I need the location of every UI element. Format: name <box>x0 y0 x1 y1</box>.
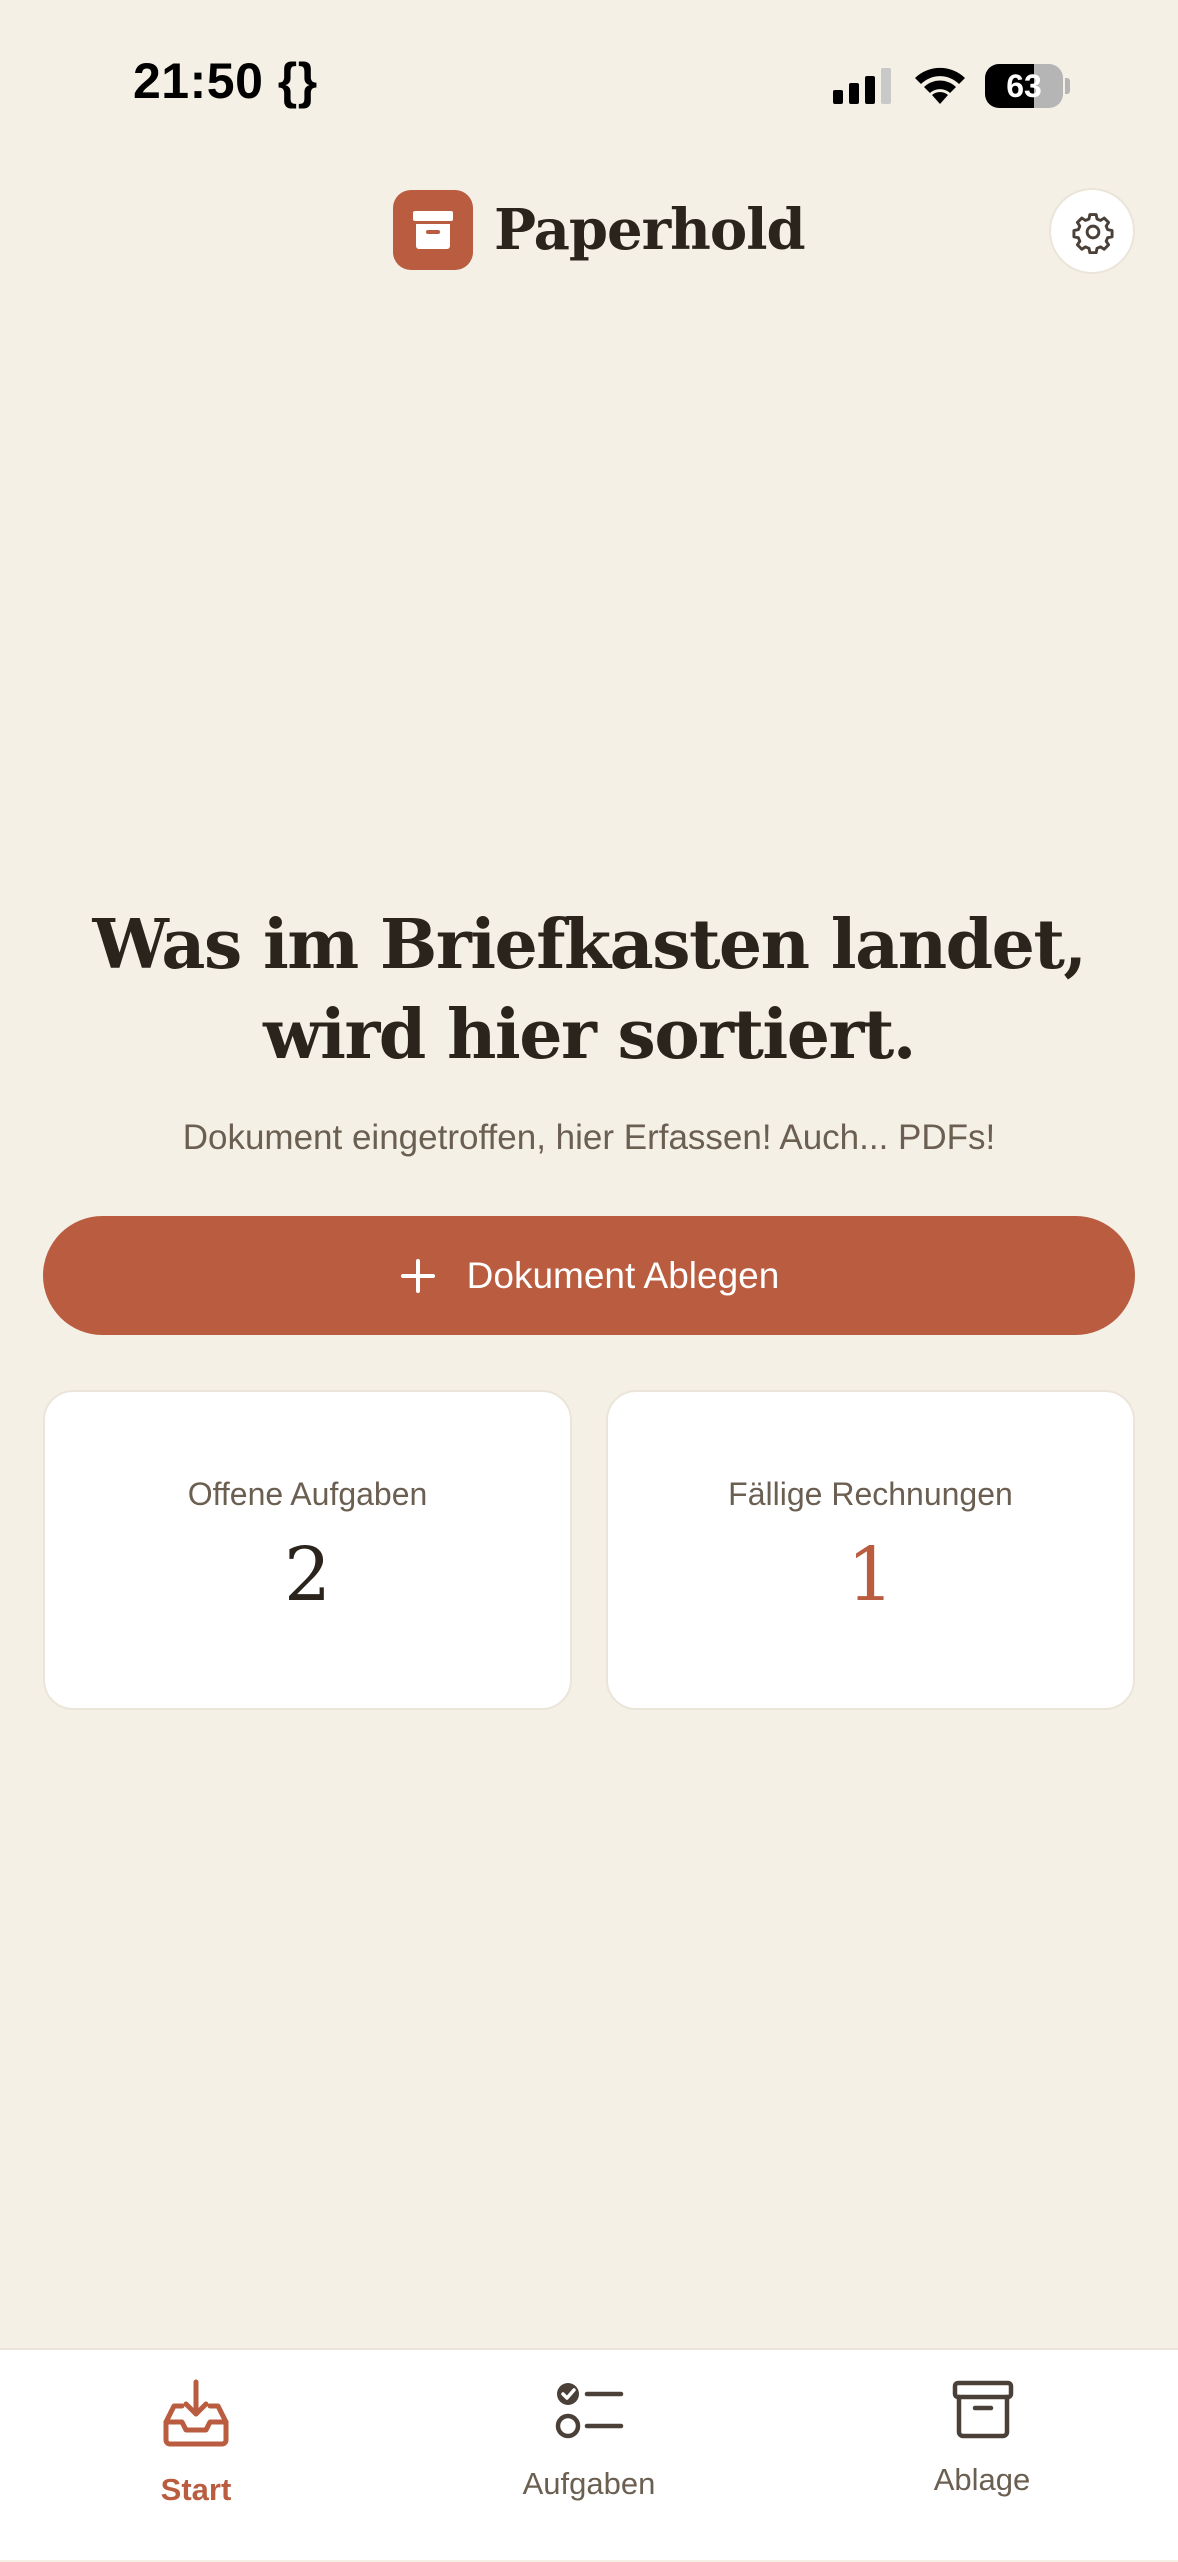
add-document-button[interactable]: Dokument Ablegen <box>43 1216 1135 1335</box>
nav-item-start[interactable]: Start <box>0 2350 392 2562</box>
bottom-nav: Start Aufgaben Ablage <box>0 2348 1178 2560</box>
nav-item-ablage[interactable]: Ablage <box>786 2350 1178 2562</box>
status-time: 21:50 {} <box>133 53 318 109</box>
app-logo <box>393 190 473 270</box>
nav-label-aufgaben: Aufgaben <box>522 2466 656 2501</box>
due-invoices-card[interactable]: Fällige Rechnungen 1 <box>606 1390 1135 1710</box>
archive-box-icon <box>952 2380 1014 2439</box>
gear-icon <box>1072 213 1114 254</box>
nav-label-ablage: Ablage <box>933 2462 1031 2497</box>
settings-button[interactable] <box>1049 188 1135 274</box>
open-tasks-count: 2 <box>283 1532 332 1618</box>
open-tasks-label: Offene Aufgaben <box>187 1476 428 1512</box>
nav-item-aufgaben[interactable]: Aufgaben <box>393 2350 785 2562</box>
cellular-signal-icon <box>833 68 891 104</box>
wifi-icon <box>915 67 965 104</box>
archive-box-icon <box>413 211 453 249</box>
due-invoices-count: 1 <box>846 1532 895 1618</box>
battery-indicator: 63 <box>985 64 1071 108</box>
checklist-icon <box>555 2383 624 2439</box>
plus-icon <box>400 1258 435 1293</box>
inbox-download-icon <box>163 2379 229 2447</box>
nav-label-start: Start <box>160 2472 232 2507</box>
hero-headline: Was im Briefkasten landet, wird hier sor… <box>92 905 1087 1075</box>
battery-level-text: 63 <box>1006 68 1042 104</box>
app-name: Paperhold <box>494 197 806 263</box>
add-document-label: Dokument Ablegen <box>466 1254 780 1296</box>
due-invoices-label: Fällige Rechnungen <box>728 1476 1013 1512</box>
hero-subline: Dokument eingetroffen, hier Erfassen! Au… <box>182 1118 996 1157</box>
open-tasks-card[interactable]: Offene Aufgaben 2 <box>43 1390 572 1710</box>
